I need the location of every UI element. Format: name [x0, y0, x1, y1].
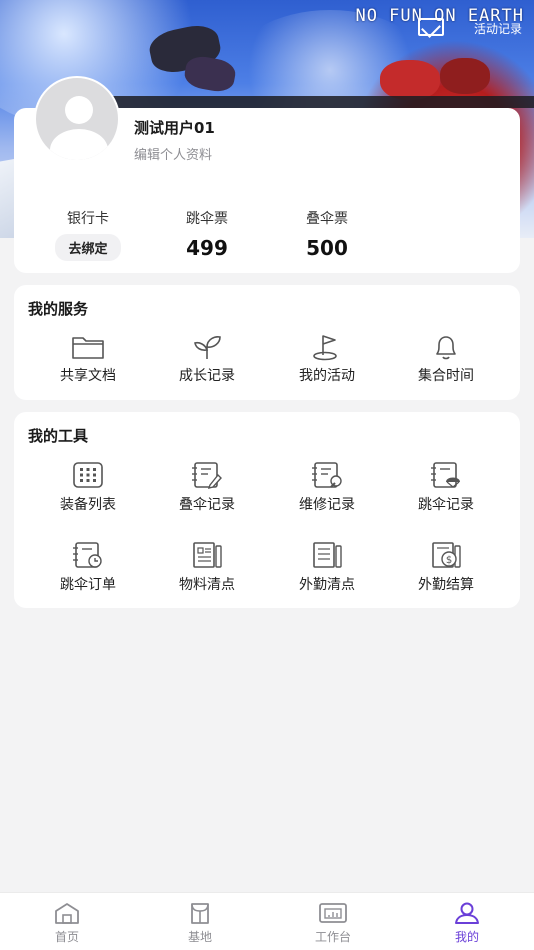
grid-icon [73, 462, 103, 488]
bell-icon [436, 336, 456, 360]
tools-card: 我的工具 装备列表 叠伞记录 维修记录 跳伞记录 跳伞订单 物料清点 外勤清点 … [14, 412, 520, 608]
services-card: 我的服务 共享文档 成长记录 我的活动 集合时间 [14, 285, 520, 400]
avatar[interactable] [34, 76, 120, 162]
jump-ticket-stat[interactable]: 跳伞票 499 [147, 208, 267, 260]
stat-label: 叠伞票 [306, 211, 348, 227]
tool-label: 跳伞记录 [418, 497, 474, 513]
service-label: 成长记录 [179, 368, 235, 384]
mail-icon [418, 18, 444, 36]
nav-item-mine[interactable]: 我的 [417, 901, 517, 945]
tool-label: 维修记录 [299, 497, 355, 513]
user-icon [455, 902, 479, 924]
stat-label: 银行卡 [67, 211, 109, 227]
tool-label: 物料清点 [179, 577, 235, 593]
fold-ticket-stat[interactable]: 叠伞票 500 [267, 208, 387, 260]
tool-item-equipment-list[interactable]: 装备列表 [28, 460, 148, 514]
nav-label: 我的 [454, 930, 479, 944]
tool-item-jump-order[interactable]: 跳伞订单 [28, 540, 148, 594]
material-list-icon [193, 542, 222, 568]
notebook-pen-icon [192, 462, 222, 489]
service-item-shared-docs[interactable]: 共享文档 [28, 333, 148, 385]
notebook-clock-icon [73, 542, 102, 568]
tool-label: 外勤结算 [418, 577, 474, 593]
sprout-icon [194, 336, 221, 359]
skydiver-figure [380, 60, 440, 100]
tool-item-material-check[interactable]: 物料清点 [147, 540, 267, 594]
tool-item-fieldwork-settlement[interactable]: $ 外勤结算 [386, 540, 506, 594]
bank-card-stat[interactable]: 银行卡 去绑定 [28, 208, 148, 261]
username: 测试用户01 [134, 119, 215, 137]
service-item-gather-time[interactable]: 集合时间 [386, 333, 506, 385]
service-label: 集合时间 [418, 368, 474, 384]
tool-label: 叠伞记录 [179, 497, 235, 513]
stat-label: 跳伞票 [186, 211, 228, 227]
stat-value: 500 [306, 236, 348, 260]
workbench-icon [319, 903, 347, 923]
tool-item-folding-record[interactable]: 叠伞记录 [147, 460, 267, 514]
svg-text:$: $ [446, 555, 452, 566]
nav-item-home[interactable]: 首页 [17, 901, 117, 945]
tool-label: 外勤清点 [299, 577, 355, 593]
nav-label: 基地 [187, 930, 212, 944]
notebook-parachute-icon [431, 462, 460, 488]
tool-item-fieldwork-check[interactable]: 外勤清点 [267, 540, 387, 594]
nav-label: 首页 [54, 930, 79, 944]
bind-bank-card-button[interactable]: 去绑定 [55, 234, 121, 261]
tool-label: 跳伞订单 [60, 577, 116, 593]
banner-subtext: 活动记录 [473, 22, 522, 36]
nav-item-base[interactable]: 基地 [150, 901, 250, 945]
services-title: 我的服务 [28, 300, 89, 318]
settlement-icon: $ [432, 542, 461, 568]
tools-title: 我的工具 [28, 427, 89, 445]
stat-value: 499 [186, 236, 228, 260]
tool-label: 装备列表 [60, 497, 116, 513]
tool-item-jump-record[interactable]: 跳伞记录 [386, 460, 506, 514]
notebook-wrench-icon [312, 462, 342, 488]
service-item-my-activity[interactable]: 我的活动 [267, 333, 387, 385]
skydiver-figure [440, 58, 490, 94]
service-item-growth-record[interactable]: 成长记录 [147, 333, 267, 385]
bottom-nav: 首页 基地 工作台 我的 [0, 892, 534, 950]
folder-icon [72, 337, 104, 359]
fieldwork-list-icon [313, 542, 342, 568]
nav-item-workbench[interactable]: 工作台 [283, 901, 383, 945]
service-label: 我的活动 [299, 368, 355, 384]
home-icon [55, 903, 79, 924]
flag-icon [313, 335, 337, 361]
nav-label: 工作台 [314, 930, 351, 944]
tool-item-repair-record[interactable]: 维修记录 [267, 460, 387, 514]
edit-profile-link[interactable]: 编辑个人资料 [134, 144, 212, 163]
service-label: 共享文档 [60, 368, 116, 384]
base-icon [191, 903, 209, 924]
